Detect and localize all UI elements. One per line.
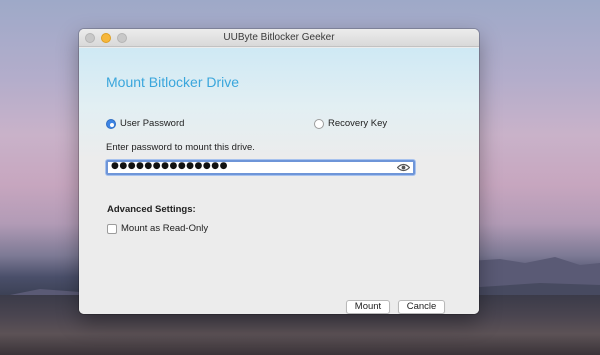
password-field[interactable]: ●●●●●●●●●●●●●● bbox=[106, 160, 415, 175]
title-bar[interactable]: UUByte Bitlocker Geeker bbox=[79, 29, 479, 47]
user-password-label: User Password bbox=[120, 118, 185, 129]
recovery-key-option[interactable]: Recovery Key bbox=[314, 118, 387, 129]
recovery-key-radio[interactable] bbox=[314, 118, 324, 129]
window-title: UUByte Bitlocker Geeker bbox=[223, 32, 335, 43]
cancel-button[interactable]: Cancle bbox=[398, 300, 445, 314]
read-only-checkbox[interactable] bbox=[107, 223, 117, 234]
eye-icon[interactable] bbox=[397, 163, 410, 172]
user-password-radio[interactable] bbox=[106, 118, 116, 129]
user-password-option[interactable]: User Password bbox=[106, 118, 184, 129]
read-only-option[interactable]: Mount as Read-Only bbox=[107, 223, 208, 234]
page-title: Mount Bitlocker Drive bbox=[106, 74, 240, 90]
recovery-key-label: Recovery Key bbox=[328, 118, 388, 129]
password-value: ●●●●●●●●●●●●●● bbox=[111, 161, 228, 171]
password-hint: Enter password to mount this drive. bbox=[106, 142, 255, 153]
app-window: UUByte Bitlocker Geeker Mount Bitlocker … bbox=[79, 29, 479, 314]
read-only-label: Mount as Read-Only bbox=[121, 223, 209, 234]
mount-button[interactable]: Mount bbox=[346, 300, 390, 314]
advanced-settings-heading: Advanced Settings: bbox=[107, 204, 196, 215]
mount-panel: Mount Bitlocker Drive User Password Reco… bbox=[79, 48, 479, 314]
